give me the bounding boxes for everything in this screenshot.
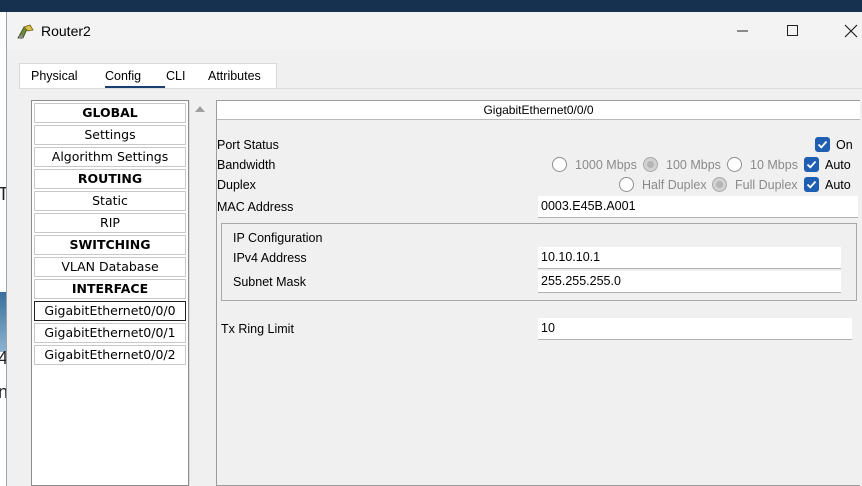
tab-config[interactable]: Config [105,69,141,83]
nav-item-gigabitethernet0-0-2[interactable]: GigabitEthernet0/0/2 [34,345,186,365]
interface-panel-title: GigabitEthernet0/0/0 [217,101,860,120]
half-duplex-radio[interactable] [619,177,634,192]
nav-item-rip[interactable]: RIP [34,213,186,233]
port-status-label: Port Status [217,138,279,152]
tab-attributes[interactable]: Attributes [208,69,261,83]
config-nav-list: GLOBAL Settings Algorithm Settings ROUTI… [31,100,189,486]
bandwidth-auto-label: Auto [825,158,851,172]
scroll-up-arrow-icon[interactable] [195,106,205,112]
checkmark-icon [817,140,828,149]
nav-header-switching: SWITCHING [34,235,186,255]
duplex-auto-checkbox[interactable] [804,177,819,192]
bandwidth-1000-radio[interactable] [552,157,567,172]
tab-bar: Physical Config CLI Attributes [19,63,277,89]
full-duplex-label: Full Duplex [735,178,798,192]
nav-item-static[interactable]: Static [34,191,186,211]
nav-scrollbar[interactable] [189,100,209,486]
subnet-mask-field[interactable]: 255.255.255.0 [538,271,841,293]
ip-configuration-title: IP Configuration [233,231,323,245]
tx-ring-limit-label: Tx Ring Limit [221,322,294,336]
close-button[interactable] [828,12,862,50]
ipv4-address-field[interactable]: 10.10.10.1 [538,247,841,269]
duplex-label: Duplex [217,178,256,192]
title-bar[interactable]: Router2 [7,12,862,50]
maximize-button[interactable] [770,12,816,50]
nav-header-interface: INTERFACE [34,279,186,299]
checkmark-icon [806,160,817,169]
full-duplex-radio[interactable] [712,177,727,192]
nav-header-routing: ROUTING [34,169,186,189]
bandwidth-10-radio[interactable] [727,157,742,172]
bandwidth-10-label: 10 Mbps [750,158,798,172]
ipv4-address-label: IPv4 Address [233,251,307,265]
nav-item-algorithm-settings[interactable]: Algorithm Settings [34,147,186,167]
duplex-auto-label: Auto [825,178,851,192]
router-app-icon [16,23,36,41]
half-duplex-label: Half Duplex [642,178,707,192]
nav-item-settings[interactable]: Settings [34,125,186,145]
router-config-window: Router2 Physical Config CLI Attributes G… [6,12,862,486]
bandwidth-100-label: 100 Mbps [666,158,721,172]
desktop-background [0,0,862,12]
bandwidth-100-radio[interactable] [643,157,658,172]
bandwidth-label: Bandwidth [217,158,276,172]
tab-cli[interactable]: CLI [166,69,185,83]
checkmark-icon [806,180,817,189]
mac-address-label: MAC Address [217,200,294,214]
port-status-on-checkbox[interactable] [815,137,830,152]
nav-item-gigabitethernet0-0-1[interactable]: GigabitEthernet0/0/1 [34,323,186,343]
maximize-icon [787,25,798,36]
window-title: Router2 [41,23,91,39]
close-icon [844,24,858,38]
bandwidth-1000-label: 1000 Mbps [575,158,637,172]
nav-item-vlan-database[interactable]: VLAN Database [34,257,186,277]
minimize-icon [737,30,748,32]
mac-address-field[interactable]: 0003.E45B.A001 [538,196,858,218]
tab-physical[interactable]: Physical [31,69,78,83]
nav-header-global: GLOBAL [34,103,186,123]
subnet-mask-label: Subnet Mask [233,275,306,289]
port-status-on-label: On [836,138,853,152]
tx-ring-limit-field[interactable]: 10 [538,318,852,340]
minimize-button[interactable] [720,12,766,50]
nav-item-gigabitethernet0-0-0[interactable]: GigabitEthernet0/0/0 [34,301,186,321]
bandwidth-auto-checkbox[interactable] [804,157,819,172]
